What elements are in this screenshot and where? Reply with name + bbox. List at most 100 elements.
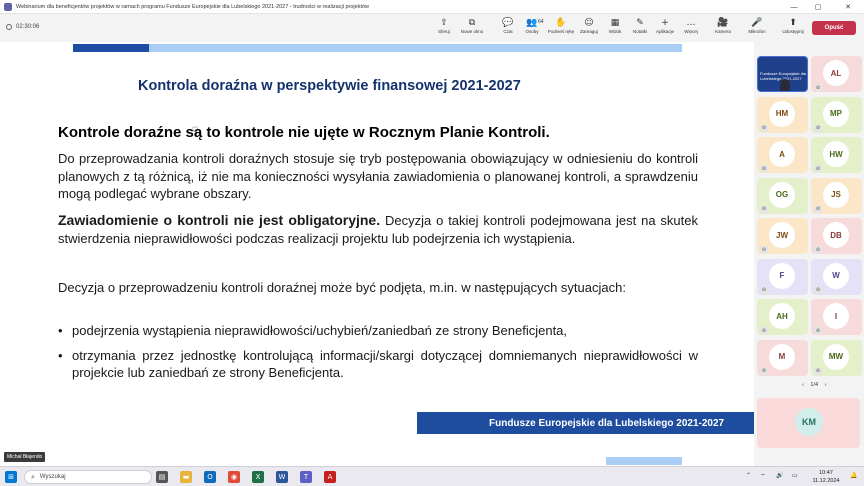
participant-tile[interactable]: HM ⊘ — [757, 96, 808, 133]
camera-button[interactable]: 🎥 Kamera — [709, 17, 737, 35]
participant-tile[interactable]: HW ⊘ — [811, 137, 862, 173]
participant-tile[interactable]: I ⊘ — [811, 299, 862, 335]
minimize-button[interactable]: — — [784, 0, 804, 14]
mic-muted-icon: ⊘ — [814, 205, 822, 213]
meeting-timer: 02:30:06 — [6, 24, 39, 30]
mic-muted-icon: ⊘ — [760, 367, 768, 375]
avatar: JS — [823, 181, 849, 208]
mic-muted-icon: ⊘ — [760, 124, 768, 132]
word-icon[interactable]: W — [276, 471, 288, 483]
clock-date: 11.12.2024 — [812, 478, 840, 484]
mic-muted-icon: ⊘ — [760, 327, 768, 334]
participant-video-tile[interactable]: Fundusze Europejskie dla Lubelskiego 202… — [757, 56, 808, 92]
bullet-dot: • — [58, 323, 63, 338]
microphone-button[interactable]: 🎤 Mikrofon — [743, 17, 771, 35]
leave-button[interactable]: Opuść — [812, 21, 856, 35]
participant-count: 64 — [538, 19, 544, 25]
avatar: AH — [769, 303, 795, 329]
task-view-icon[interactable]: ▤ — [156, 471, 168, 483]
bullet-dot: • — [58, 348, 63, 363]
avatar: M — [769, 343, 795, 370]
raise-hand-icon: ✋ — [555, 18, 567, 28]
close-window-button[interactable]: ✕ — [838, 0, 858, 14]
chevron-up-icon[interactable]: ⌃ — [746, 472, 751, 479]
avatar: JW — [769, 222, 795, 248]
avatar: DB — [823, 222, 849, 248]
pager-text: 1/4 — [810, 382, 819, 388]
avatar: KM — [795, 408, 823, 436]
people-button[interactable]: 👥 64 Osoby — [518, 17, 546, 35]
mic-muted-icon: ⊘ — [760, 246, 768, 253]
avatar: F — [769, 262, 795, 289]
notes-label: Notatki — [632, 29, 647, 34]
timer-text: 02:30:06 — [16, 24, 40, 30]
react-button[interactable]: ☺ Zareaguj — [575, 17, 603, 35]
notifications-icon[interactable]: 🔔 — [850, 472, 857, 479]
slide-bottom-band-light — [606, 457, 682, 465]
avatar: AL — [823, 60, 849, 86]
share-screen-label: Udostępnij — [782, 29, 804, 34]
participant-tile[interactable]: JS ⊘ — [811, 177, 862, 214]
more-button[interactable]: … Więcej — [677, 17, 705, 35]
participant-tile[interactable]: OG ⊘ — [757, 177, 808, 214]
participant-tile[interactable]: MP ⊘ — [811, 96, 862, 133]
battery-icon[interactable]: ▭ — [792, 472, 798, 479]
avatar: MP — [823, 100, 849, 127]
raise-hand-button[interactable]: ✋ Podnieś rękę — [547, 17, 575, 35]
excel-icon[interactable]: X — [252, 471, 264, 483]
apps-button[interactable]: + Aplikacje — [651, 17, 679, 35]
mic-muted-icon: ⊘ — [814, 124, 822, 132]
taskbar-search-input[interactable]: ⌕ Wyszukaj — [24, 470, 152, 484]
maximize-button[interactable]: ▢ — [808, 0, 828, 14]
participant-tile[interactable]: AH ⊘ — [757, 299, 808, 335]
share-button[interactable]: ⇪ Sferuj — [430, 17, 458, 35]
acrobat-icon[interactable]: A — [324, 471, 336, 483]
chrome-icon[interactable]: ◉ — [228, 471, 240, 483]
new-window-icon: ⧉ — [468, 18, 476, 28]
participant-tile[interactable]: F ⊘ — [757, 258, 808, 295]
more-icon: … — [686, 18, 696, 28]
slide-paragraph-1: Do przeprowadzania kontroli doraźnych st… — [58, 151, 698, 201]
file-explorer-icon[interactable]: ▬ — [180, 471, 192, 483]
participant-tile[interactable]: MW ⊘ — [811, 339, 862, 376]
participant-tile[interactable]: M ⊘ — [757, 339, 808, 376]
clock-time: 10:47 — [819, 470, 833, 476]
view-button[interactable]: ▦ Widok — [601, 17, 629, 35]
mic-muted-icon: ⊘ — [814, 246, 822, 253]
featured-participant-tile[interactable]: KM — [757, 398, 860, 448]
bullet-text: otrzymania przez jednostkę kontrolującą … — [72, 348, 698, 380]
participant-tile[interactable]: AL ⊘ — [811, 56, 862, 92]
slide-footer-band: Fundusze Europejskie dla Lubelskiego 202… — [417, 412, 754, 434]
pager-next-button[interactable]: › — [825, 382, 827, 388]
notes-button[interactable]: ✎ Notatki — [626, 17, 654, 35]
avatar: MW — [823, 343, 849, 370]
start-icon[interactable]: ⊞ — [5, 471, 17, 483]
meeting-toolbar: 02:30:06 ⇪ Sferuj ⧉ Nowe okno 💬 Czat 👥 6… — [0, 14, 864, 42]
participant-tile[interactable]: A ⊘ — [757, 137, 808, 173]
mouse-cursor-icon: ☟ — [192, 126, 199, 137]
new-window-label: Nowe okno — [460, 29, 484, 34]
participant-tile[interactable]: DB ⊘ — [811, 218, 862, 254]
teams-icon[interactable]: T — [300, 471, 312, 483]
new-window-button[interactable]: ⧉ Nowe okno — [458, 17, 486, 35]
avatar: HM — [769, 100, 795, 127]
participant-tile[interactable]: JW ⊘ — [757, 218, 808, 254]
network-icon[interactable]: ⌔ — [760, 472, 766, 480]
participant-tile[interactable]: W ⊘ — [811, 258, 862, 295]
mic-muted-icon: ⊘ — [814, 286, 822, 294]
taskbar-clock[interactable]: 10:47 11.12.2024 — [810, 469, 842, 485]
volume-icon[interactable]: 🔊 — [776, 472, 783, 479]
shield-icon — [6, 24, 12, 30]
view-label: Widok — [608, 29, 622, 34]
mic-muted-icon: ⊘ — [814, 367, 822, 375]
outlook-icon[interactable]: O — [204, 471, 216, 483]
share-screen-button[interactable]: ⬆ Udostępnij — [779, 17, 807, 35]
microphone-label: Mikrofon — [748, 29, 766, 34]
view-icon: ▦ — [610, 18, 620, 28]
mic-icon: 🎤 — [751, 18, 763, 28]
slide-top-band-dark — [73, 44, 149, 52]
shared-slide: Kontrola doraźna w perspektywie finansow… — [0, 42, 754, 466]
search-icon: ⌕ — [31, 472, 35, 481]
pager-prev-button[interactable]: ‹ — [802, 382, 804, 388]
gallery-pager: ‹ 1/4 › — [802, 382, 826, 388]
